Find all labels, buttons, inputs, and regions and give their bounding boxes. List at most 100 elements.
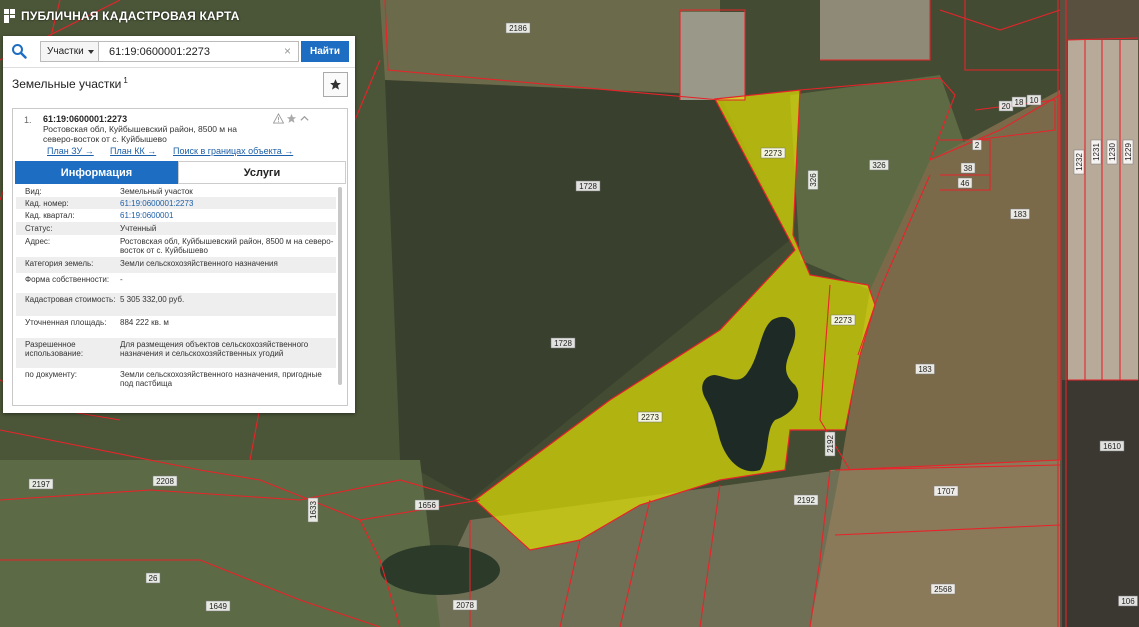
result-card[interactable]: 1. 61:19:0600001:2273 Ростовская обл, Ку…	[12, 108, 348, 406]
parcel-label: 1633	[307, 497, 319, 523]
parcel-label: 2273	[637, 411, 663, 423]
find-button[interactable]: Найти	[301, 41, 349, 62]
property-value[interactable]: 61:19:0600001	[120, 211, 335, 220]
parcel-label: 1232	[1073, 149, 1085, 175]
property-value: Ростовская обл, Куйбышевский район, 8500…	[120, 237, 334, 255]
tab-services[interactable]: Услуги	[178, 161, 346, 184]
svg-text:183: 183	[918, 365, 932, 374]
parcel-label: 26	[145, 572, 161, 584]
parcel-label: 183	[915, 363, 935, 375]
property-key: Уточненная площадь:	[25, 318, 107, 327]
parcel-label: 46	[957, 177, 973, 189]
link-plan-kk[interactable]: План КК →	[110, 146, 156, 156]
link-plan-zu[interactable]: План ЗУ →	[47, 146, 94, 156]
parcel-label: 2078	[452, 599, 478, 611]
parcel-label: 2273	[830, 314, 856, 326]
property-key: Разрешенное использование:	[25, 340, 84, 358]
close-icon[interactable]: ×	[284, 44, 294, 58]
svg-text:2078: 2078	[456, 601, 474, 610]
parcel-label: 2192	[824, 431, 836, 457]
favorite-button[interactable]	[323, 72, 348, 97]
svg-text:2186: 2186	[509, 24, 527, 33]
property-value: 884 222 кв. м	[120, 318, 169, 327]
svg-text:2192: 2192	[826, 435, 835, 453]
svg-text:18: 18	[1015, 98, 1024, 107]
tab-information[interactable]: Информация	[15, 161, 178, 184]
parcel-label: 2186	[505, 22, 531, 34]
svg-text:326: 326	[809, 173, 818, 187]
property-row: по документу: Земли сельскохозяйственного…	[16, 368, 336, 394]
svg-text:326: 326	[872, 161, 886, 170]
svg-text:38: 38	[964, 164, 973, 173]
object-type-select[interactable]: Участки	[40, 41, 99, 62]
property-key: Кадастровая стоимость:	[25, 295, 116, 304]
svg-text:1230: 1230	[1108, 143, 1117, 161]
warning-icon[interactable]	[273, 113, 284, 124]
parcel-label: 1610	[1099, 440, 1125, 452]
property-key: Вид:	[25, 187, 42, 196]
result-address: Ростовская обл, Куйбышевский район, 8500…	[43, 124, 237, 144]
property-row: Адрес: Ростовская обл, Куйбышевский район…	[16, 235, 336, 257]
svg-text:2: 2	[975, 141, 980, 150]
parcel-label: 326	[869, 159, 889, 171]
search-icon[interactable]	[11, 43, 27, 59]
property-row: Вид: Земельный участок	[16, 185, 336, 197]
terrain-striped-field	[1068, 40, 1138, 380]
svg-text:2273: 2273	[641, 413, 659, 422]
properties-scrollbar[interactable]	[338, 187, 342, 385]
svg-text:1232: 1232	[1075, 153, 1084, 171]
property-row: Статус: Учтенный	[16, 222, 336, 235]
search-input[interactable]	[99, 41, 299, 62]
parcel-label: 1656	[414, 499, 440, 511]
property-value: -	[120, 275, 123, 284]
svg-text:1656: 1656	[418, 501, 436, 510]
parcel-label: 1649	[205, 600, 231, 612]
svg-text:1231: 1231	[1092, 143, 1101, 161]
property-row: Кадастровая стоимость: 5 305 332,00 руб.	[16, 293, 336, 316]
svg-text:1633: 1633	[309, 501, 318, 519]
svg-text:1728: 1728	[554, 339, 572, 348]
search-row: Участки × Найти	[3, 36, 355, 67]
link-search-in-bounds[interactable]: Поиск в границах объекта →	[173, 146, 293, 156]
property-row: Уточненная площадь: 884 222 кв. м	[16, 316, 336, 338]
chevron-up-icon[interactable]	[299, 113, 310, 124]
parcel-label: 106	[1118, 595, 1138, 607]
svg-text:2568: 2568	[934, 585, 952, 594]
star-icon	[330, 79, 341, 90]
terrain-field-southeast	[810, 460, 1060, 627]
svg-text:26: 26	[149, 574, 158, 583]
svg-text:2273: 2273	[764, 149, 782, 158]
property-value: Для размещения объектов сельскохозяйстве…	[120, 340, 309, 358]
property-key: Кад. квартал:	[25, 211, 75, 220]
svg-text:1707: 1707	[937, 487, 955, 496]
property-row: Форма собственности: -	[16, 273, 336, 293]
star-icon[interactable]	[286, 113, 297, 124]
parcel-label: 1707	[933, 485, 959, 497]
pond-southwest	[380, 545, 500, 595]
result-actions	[273, 113, 310, 124]
object-type-label: Участки	[47, 46, 84, 57]
svg-text:2192: 2192	[797, 496, 815, 505]
property-row: Кад. квартал: 61:19:0600001	[16, 209, 336, 222]
property-value: Земельный участок	[120, 187, 193, 196]
svg-text:2197: 2197	[32, 480, 50, 489]
result-cadastral-id[interactable]: 61:19:0600001:2273	[43, 114, 127, 124]
parcel-label: 2568	[930, 583, 956, 595]
properties-table: Вид: Земельный участок Кад. номер: 61:19:06…	[16, 185, 336, 399]
property-value[interactable]: 61:19:0600001:2273	[120, 199, 335, 208]
svg-text:2208: 2208	[156, 477, 174, 486]
svg-text:46: 46	[961, 179, 970, 188]
parcel-label: 2197	[28, 478, 54, 490]
svg-text:2273: 2273	[834, 316, 852, 325]
svg-text:183: 183	[1013, 210, 1027, 219]
property-value: Земли сельскохозяйственного назначения, …	[120, 370, 322, 388]
parcel-label: 20	[998, 100, 1014, 112]
parcel-label: 2192	[793, 494, 819, 506]
property-row: Кад. номер: 61:19:0600001:2273	[16, 197, 336, 209]
chevron-down-icon	[87, 49, 94, 54]
result-number: 1.	[24, 115, 32, 125]
property-value: Учтенный	[120, 224, 157, 233]
svg-text:1610: 1610	[1103, 442, 1121, 451]
svg-text:10: 10	[1030, 96, 1039, 105]
divider	[3, 67, 355, 68]
